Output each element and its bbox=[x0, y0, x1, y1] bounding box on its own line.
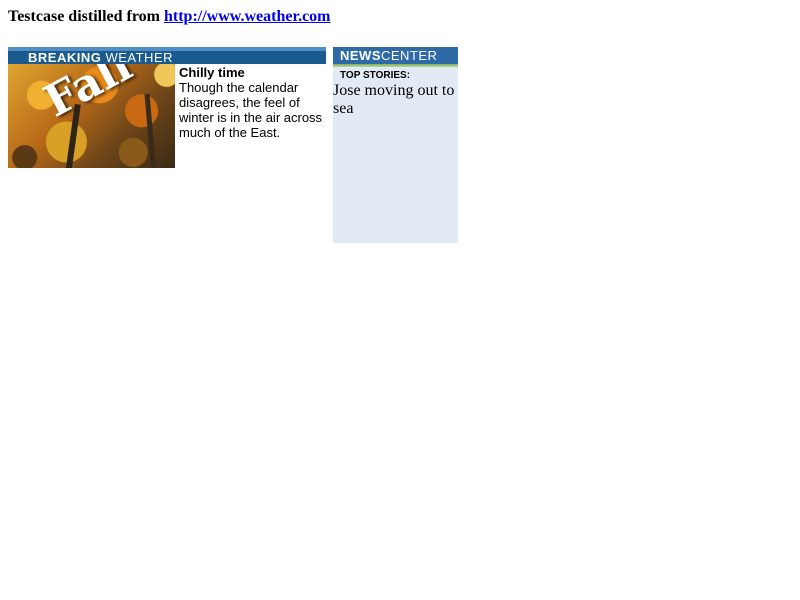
tree-trunk-shape bbox=[144, 93, 157, 168]
news-center-accent-bar bbox=[333, 64, 458, 67]
news-center-module: NEWSCENTER TOP STORIES: Jose moving out … bbox=[333, 47, 458, 243]
fall-image-lettering: Fall bbox=[36, 64, 141, 128]
breaking-weather-title-light: WEATHER bbox=[105, 50, 174, 64]
breaking-weather-title: BREAKING WEATHER bbox=[28, 51, 173, 64]
top-stories-label: TOP STORIES: bbox=[340, 70, 411, 81]
breaking-weather-header: BREAKING WEATHER bbox=[8, 47, 326, 64]
news-center-title: NEWSCENTER bbox=[340, 49, 437, 62]
news-center-header: NEWSCENTER bbox=[333, 47, 458, 64]
page-title: Testcase distilled from http://www.weath… bbox=[8, 7, 331, 27]
news-center-title-bold: NEWS bbox=[340, 48, 381, 63]
source-link[interactable]: http://www.weather.com bbox=[164, 8, 331, 25]
news-story-link[interactable]: Jose moving out to sea bbox=[333, 82, 458, 118]
breaking-weather-module: BREAKING WEATHER Fall Chilly time Though… bbox=[8, 47, 326, 168]
breaking-story: Chilly time Though the calendar disagree… bbox=[179, 65, 327, 140]
breaking-weather-title-bold: BREAKING bbox=[28, 50, 102, 64]
story-headline-link[interactable]: Chilly time bbox=[179, 65, 327, 80]
news-center-title-light: CENTER bbox=[381, 48, 438, 63]
story-summary: Though the calendar disagrees, the feel … bbox=[179, 80, 323, 140]
page-title-prefix: Testcase distilled from bbox=[8, 8, 164, 25]
fall-foliage-image[interactable]: Fall bbox=[8, 64, 175, 168]
